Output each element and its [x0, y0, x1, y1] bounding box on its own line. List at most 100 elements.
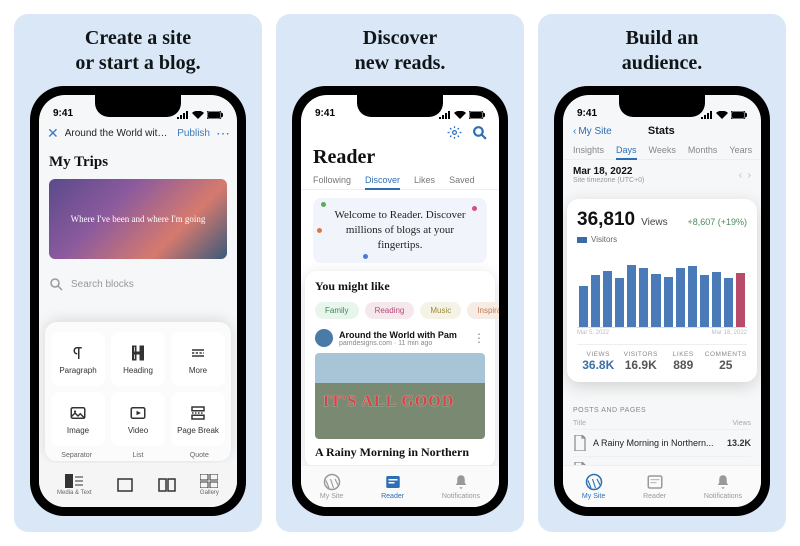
views-label: Views	[641, 217, 668, 228]
chart-bar[interactable]	[651, 274, 660, 327]
post-more-icon[interactable]: ⋮	[473, 331, 485, 345]
post-row[interactable]: A Rainy Morning in Northern... 13.2K	[573, 429, 751, 456]
publish-button[interactable]: Publish	[177, 128, 210, 139]
nav-notifications[interactable]: Notifications	[704, 473, 742, 500]
block-image[interactable]: Image	[51, 392, 105, 446]
phone-frame: 9:41 ‹My Site Stats Insights Days Weeks …	[554, 86, 770, 516]
block-quote[interactable]: Quote	[174, 452, 225, 459]
stat-strip: VIEWS36.8K VISITORS16.9K LIKES889 COMMEN…	[577, 344, 747, 372]
nav-reader[interactable]: Reader	[381, 473, 404, 500]
block-paragraph[interactable]: Paragraph	[51, 332, 105, 386]
close-icon[interactable]: ✕	[47, 125, 59, 142]
next-day-icon[interactable]: ›	[748, 170, 751, 181]
block-separator[interactable]: Separator	[51, 452, 102, 459]
caption: Create a site or start a blog.	[75, 26, 200, 76]
tab-saved[interactable]: Saved	[449, 175, 475, 185]
chart-bar[interactable]	[603, 271, 612, 327]
topic-pills: Family Reading Music Inspiration	[315, 302, 485, 319]
document-title[interactable]: Around the World with...	[65, 128, 171, 139]
post-title[interactable]: A Rainy Morning in Northern	[315, 445, 485, 460]
welcome-banner: Welcome to Reader. Discover millions of …	[313, 198, 487, 263]
timezone-label: Site timezone (UTC+0)	[573, 177, 644, 184]
chart-bar[interactable]	[688, 266, 697, 327]
cover-block[interactable]: Where I've been and where I'm going	[49, 179, 227, 259]
page-heading[interactable]: My Trips	[49, 154, 227, 171]
screen-reader: 9:41 Reader Following Discover Likes Sav…	[301, 95, 499, 507]
tool-gallery[interactable]: Gallery	[200, 474, 219, 496]
tab-likes[interactable]: Likes	[414, 175, 435, 185]
chart-bar[interactable]	[712, 272, 721, 327]
search-blocks[interactable]: Search blocks	[39, 267, 237, 297]
phone-frame: 9:41 ✕ Around the World with... Publish …	[30, 86, 246, 516]
panel-discover: Discover new reads. 9:41 Reader Followin…	[276, 14, 524, 532]
block-heading[interactable]: Heading	[111, 332, 165, 386]
block-video[interactable]: Video	[111, 392, 165, 446]
chart-bar[interactable]	[676, 268, 685, 327]
tab-following[interactable]: Following	[313, 175, 351, 185]
post-meta: pamdesigns.com · 11 min ago	[339, 340, 467, 347]
caption: Discover new reads.	[355, 26, 446, 76]
status-time: 9:41	[53, 108, 73, 119]
nav-reader[interactable]: Reader	[643, 473, 666, 500]
views-delta: +8,607 (+19%)	[687, 217, 747, 227]
back-button[interactable]: ‹My Site	[573, 126, 612, 137]
pill-inspiration[interactable]: Inspiration	[467, 302, 499, 319]
chart-bar[interactable]	[591, 275, 600, 327]
stat-comments[interactable]: COMMENTS25	[705, 351, 748, 372]
date-selector: Mar 18, 2022 Site timezone (UTC+0) ‹ ›	[563, 160, 761, 186]
stat-likes[interactable]: LIKES889	[662, 351, 705, 372]
period-tabs: Insights Days Weeks Months Years	[563, 141, 761, 160]
chart-bar[interactable]	[664, 277, 673, 327]
pill-family[interactable]: Family	[315, 302, 359, 319]
legend-label: Visitors	[591, 235, 617, 244]
section-heading: POSTS AND PAGES	[573, 403, 751, 418]
chart-bar[interactable]	[724, 278, 733, 327]
x-start: Mar 5, 2022	[577, 330, 609, 336]
stat-visitors[interactable]: VISITORS16.9K	[620, 351, 663, 372]
post-header[interactable]: Around the World with Pam pamdesigns.com…	[315, 329, 485, 347]
views-count: 36,810	[577, 209, 635, 231]
chart-bar[interactable]	[627, 265, 636, 327]
block-page-break[interactable]: Page Break	[171, 392, 225, 446]
reader-heading: Reader	[301, 144, 499, 175]
tab-discover[interactable]: Discover	[365, 175, 400, 190]
views-chart[interactable]	[577, 250, 747, 328]
tab-weeks[interactable]: Weeks	[649, 145, 676, 155]
post-author: Around the World with Pam	[339, 330, 467, 340]
prev-day-icon[interactable]: ‹	[739, 170, 742, 181]
chart-bar[interactable]	[700, 275, 709, 327]
tab-insights[interactable]: Insights	[573, 145, 604, 155]
chart-bar[interactable]	[639, 268, 648, 327]
tab-days[interactable]: Days	[616, 145, 637, 160]
stat-views[interactable]: VIEWS36.8K	[577, 351, 620, 372]
tool-2[interactable]	[116, 478, 134, 492]
reader-icon	[384, 473, 402, 491]
chart-bar[interactable]	[736, 273, 745, 328]
gear-icon[interactable]	[447, 125, 462, 140]
tab-years[interactable]: Years	[729, 145, 752, 155]
bottom-nav: My Site Reader Notifications	[563, 465, 761, 507]
screen-editor: 9:41 ✕ Around the World with... Publish …	[39, 95, 237, 507]
nav-notifications[interactable]: Notifications	[442, 473, 480, 500]
nav-my-site[interactable]: My Site	[582, 473, 605, 500]
tab-months[interactable]: Months	[688, 145, 718, 155]
chart-bar[interactable]	[579, 286, 588, 327]
block-list[interactable]: List	[112, 452, 163, 459]
editor-topbar: ✕ Around the World with... Publish ⋯	[39, 121, 237, 146]
block-more[interactable]: More	[171, 332, 225, 386]
tool-3[interactable]	[158, 478, 176, 492]
reader-tabs: Following Discover Likes Saved	[301, 175, 499, 190]
status-time: 9:41	[577, 108, 597, 119]
blocks-picker-card: Paragraph Heading More Image Video Page …	[45, 322, 231, 461]
pill-music[interactable]: Music	[420, 302, 461, 319]
pill-reading[interactable]: Reading	[365, 302, 415, 319]
tool-media-text[interactable]: Media & Text	[57, 474, 92, 496]
chart-bar[interactable]	[615, 278, 624, 327]
status-icons	[701, 111, 747, 119]
post-image[interactable]: IT'S ALL GOOD	[315, 353, 485, 439]
nav-my-site[interactable]: My Site	[320, 473, 343, 500]
you-might-like-card: You might like Family Reading Music Insp…	[305, 271, 495, 468]
more-icon[interactable]: ⋯	[216, 125, 229, 142]
search-icon[interactable]	[472, 125, 487, 140]
status-icons	[177, 111, 223, 119]
